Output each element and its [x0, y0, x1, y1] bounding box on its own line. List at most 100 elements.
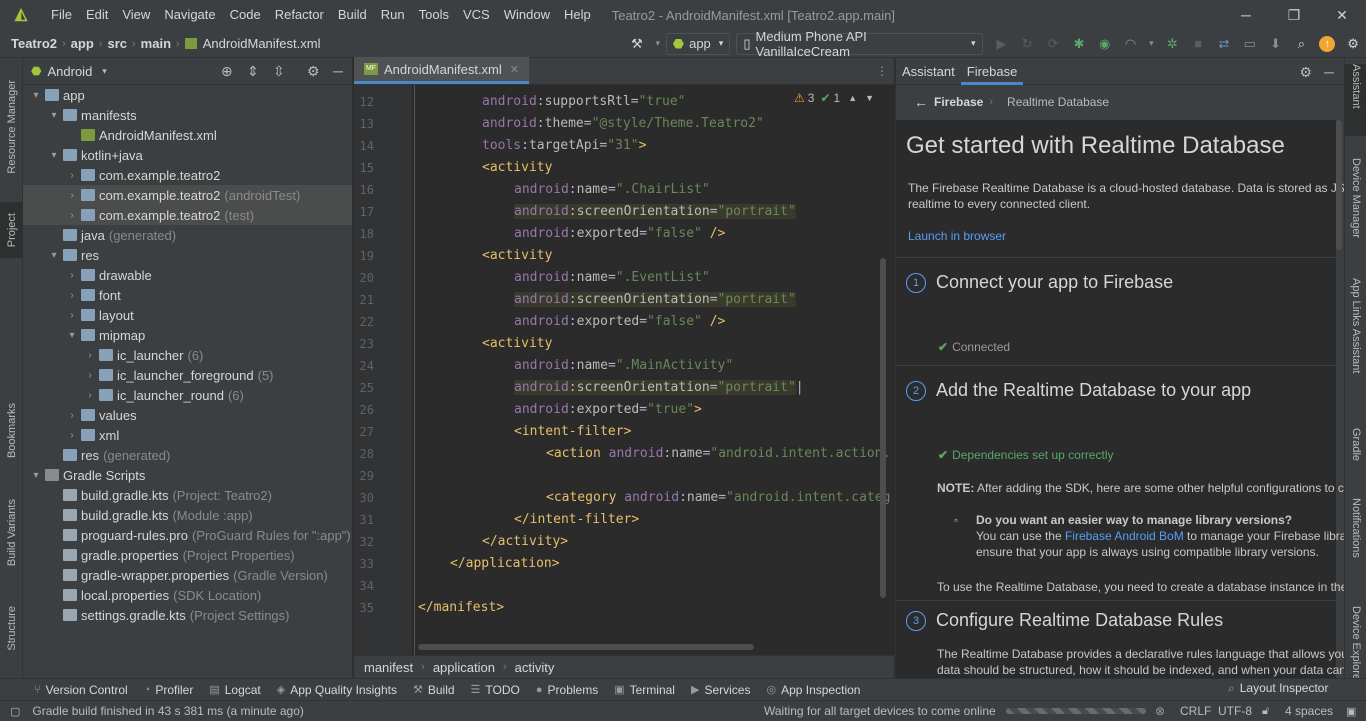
breadcrumb-item[interactable]: AndroidManifest.xml — [200, 36, 324, 51]
tab-assistant-side[interactable]: Assistant — [1345, 64, 1366, 136]
tree-row[interactable]: › ic_launcher_foreground (5) — [23, 365, 352, 385]
tab-build-variants[interactable]: Build Variants — [0, 490, 23, 576]
code-line[interactable]: android:name=".ChairList" — [514, 179, 710, 201]
tree-row[interactable]: proguard-rules.pro (ProGuard Rules for ":… — [23, 525, 352, 545]
gear-icon[interactable]: ⚙ — [307, 63, 320, 80]
run-config-dropdown[interactable]: ⬣ app ▾ — [665, 32, 731, 55]
tree-row[interactable]: › values — [23, 405, 352, 425]
tree-row[interactable]: › com.example.teatro2 (test) — [23, 205, 352, 225]
sync-gradle-icon[interactable]: ⇄ — [1213, 33, 1235, 55]
run-icon[interactable]: ▶ — [991, 33, 1013, 55]
collapse-all-icon[interactable]: ⇳ — [273, 63, 285, 80]
launch-in-browser-link[interactable]: Launch in browser — [908, 228, 1006, 244]
back-firebase-link[interactable]: Firebase — [934, 95, 983, 109]
inspection-widget[interactable]: ⚠ 3 ✔ 1 ▲ ▼ — [794, 91, 874, 105]
tree-row[interactable]: ▾ mipmap — [23, 325, 352, 345]
status-message[interactable]: Gradle build finished in 43 s 381 ms (a … — [32, 704, 303, 718]
toggle-panels-icon[interactable]: ▢ — [10, 705, 20, 718]
menu-item[interactable]: Run — [374, 0, 412, 30]
tree-row[interactable]: ▾ manifests — [23, 105, 352, 125]
code-line[interactable]: <activity — [482, 245, 552, 267]
close-tab-icon[interactable]: ✕ — [510, 63, 519, 76]
breadcrumb-item[interactable]: Teatro2 — [8, 36, 60, 51]
menu-item[interactable]: Code — [223, 0, 268, 30]
tree-row[interactable]: AndroidManifest.xml — [23, 125, 352, 145]
lock-icon[interactable]: 🔓︎ — [1262, 705, 1269, 718]
breadcrumb-item[interactable]: app — [68, 36, 97, 51]
tab-notifications[interactable]: Notifications — [1345, 498, 1366, 578]
code-line[interactable]: android:exported="false" /> — [514, 223, 725, 245]
code-line[interactable]: <activity — [482, 333, 552, 355]
stop-icon[interactable]: ■ — [1187, 33, 1209, 55]
code-line[interactable]: android:name=".MainActivity" — [514, 355, 733, 377]
gear-icon[interactable]: ⚙ — [1342, 33, 1364, 55]
locate-icon[interactable]: ⊕ — [221, 63, 233, 80]
profile-icon[interactable]: ◉ — [1094, 33, 1116, 55]
tree-row[interactable]: ▾ app — [23, 85, 352, 105]
code-line[interactable]: </intent-filter> — [514, 509, 639, 531]
menu-item[interactable]: Navigate — [157, 0, 222, 30]
layout-inspector-tab[interactable]: ⌕ Layout Inspector — [1228, 681, 1328, 696]
menu-item[interactable]: Edit — [79, 0, 115, 30]
indent-setting[interactable]: 4 spaces — [1285, 704, 1333, 718]
tree-row[interactable]: › font — [23, 285, 352, 305]
tab-device-explorer[interactable]: Device Explorer — [1345, 606, 1366, 678]
breadcrumb-item[interactable]: main — [138, 36, 174, 51]
chevron-down-icon[interactable]: ▼ — [865, 93, 874, 103]
bottom-tab[interactable]: ☰ TODO — [463, 683, 528, 697]
tree-row[interactable]: ▾ Gradle Scripts — [23, 465, 352, 485]
editor-crumb[interactable]: activity — [515, 660, 555, 675]
code-line[interactable]: android:screenOrientation="portrait" — [514, 201, 796, 223]
chevron-up-icon[interactable]: ▲ — [848, 93, 857, 103]
menu-item[interactable]: Tools — [412, 0, 456, 30]
breadcrumb-item[interactable]: src — [104, 36, 130, 51]
update-icon[interactable]: ↑ — [1316, 33, 1338, 55]
menu-item[interactable]: Refactor — [268, 0, 331, 30]
tree-row[interactable]: gradle.properties (Project Properties) — [23, 545, 352, 565]
tab-device-manager[interactable]: Device Manager — [1345, 158, 1366, 254]
close-icon[interactable]: ✕ — [1318, 0, 1366, 30]
tab-app-links[interactable]: App Links Assistant — [1345, 278, 1366, 398]
hide-icon[interactable]: ─ — [333, 63, 343, 79]
code-line[interactable]: tools:targetApi="31"> — [482, 135, 646, 157]
build-hammer-icon[interactable]: ⚒ — [626, 33, 648, 55]
code-line[interactable]: android:screenOrientation="portrait" — [514, 289, 796, 311]
editor-tab[interactable]: MF AndroidManifest.xml ✕ — [354, 57, 529, 84]
code-line[interactable]: <intent-filter> — [514, 421, 631, 443]
chevron-down-icon[interactable]: ▾ — [652, 33, 664, 55]
tab-firebase[interactable]: Firebase — [960, 58, 1024, 85]
attach-process-icon[interactable]: ✲ — [1161, 33, 1183, 55]
tree-row[interactable]: › com.example.teatro2 — [23, 165, 352, 185]
code-line[interactable]: android:screenOrientation="portrait"| — [514, 377, 804, 399]
minimize-icon[interactable]: ─ — [1222, 0, 1270, 30]
menu-item[interactable]: Build — [331, 0, 374, 30]
code-line[interactable]: </activity> — [482, 531, 568, 553]
tab-structure[interactable]: Structure — [0, 598, 23, 658]
file-encoding[interactable]: UTF-8 — [1218, 704, 1252, 718]
code-line[interactable]: </application> — [450, 553, 560, 575]
bottom-tab[interactable]: ⚒ Build — [405, 683, 463, 697]
device-dropdown[interactable]: ▯ Medium Phone API VanillaIceCream ▾ — [736, 29, 983, 59]
search-icon[interactable]: ⌕ — [1291, 33, 1313, 55]
tree-row[interactable]: java (generated) — [23, 225, 352, 245]
chevron-down-icon[interactable]: ▾ — [1145, 33, 1157, 55]
more-icon[interactable]: ⋮ — [876, 64, 888, 78]
tree-row[interactable]: › ic_launcher (6) — [23, 345, 352, 365]
menu-item[interactable]: File — [44, 0, 79, 30]
code-line[interactable]: android:supportsRtl="true" — [482, 91, 686, 113]
hide-icon[interactable]: ─ — [1324, 64, 1334, 80]
tab-project[interactable]: Project — [0, 202, 23, 258]
bottom-tab[interactable]: ▶ Services — [683, 683, 758, 697]
tree-row[interactable]: ▾ kotlin+java — [23, 145, 352, 165]
bottom-tab[interactable]: ◔ Profiler — [136, 683, 202, 697]
tab-resource-manager[interactable]: Resource Manager — [0, 68, 23, 186]
code-line[interactable]: android:exported="true"> — [514, 399, 702, 421]
tab-gradle[interactable]: Gradle — [1345, 428, 1366, 472]
code-line[interactable]: android:exported="false" /> — [514, 311, 725, 333]
cancel-icon[interactable]: ⊗ — [1155, 704, 1165, 718]
code-line[interactable]: </manifest> — [418, 597, 504, 619]
chevron-down-icon[interactable]: ▾ — [102, 66, 107, 77]
editor-horizontal-scrollbar[interactable] — [418, 644, 754, 650]
bottom-tab[interactable]: ▣ Terminal — [606, 683, 683, 697]
memory-indicator-icon[interactable]: ▣ — [1346, 705, 1356, 718]
